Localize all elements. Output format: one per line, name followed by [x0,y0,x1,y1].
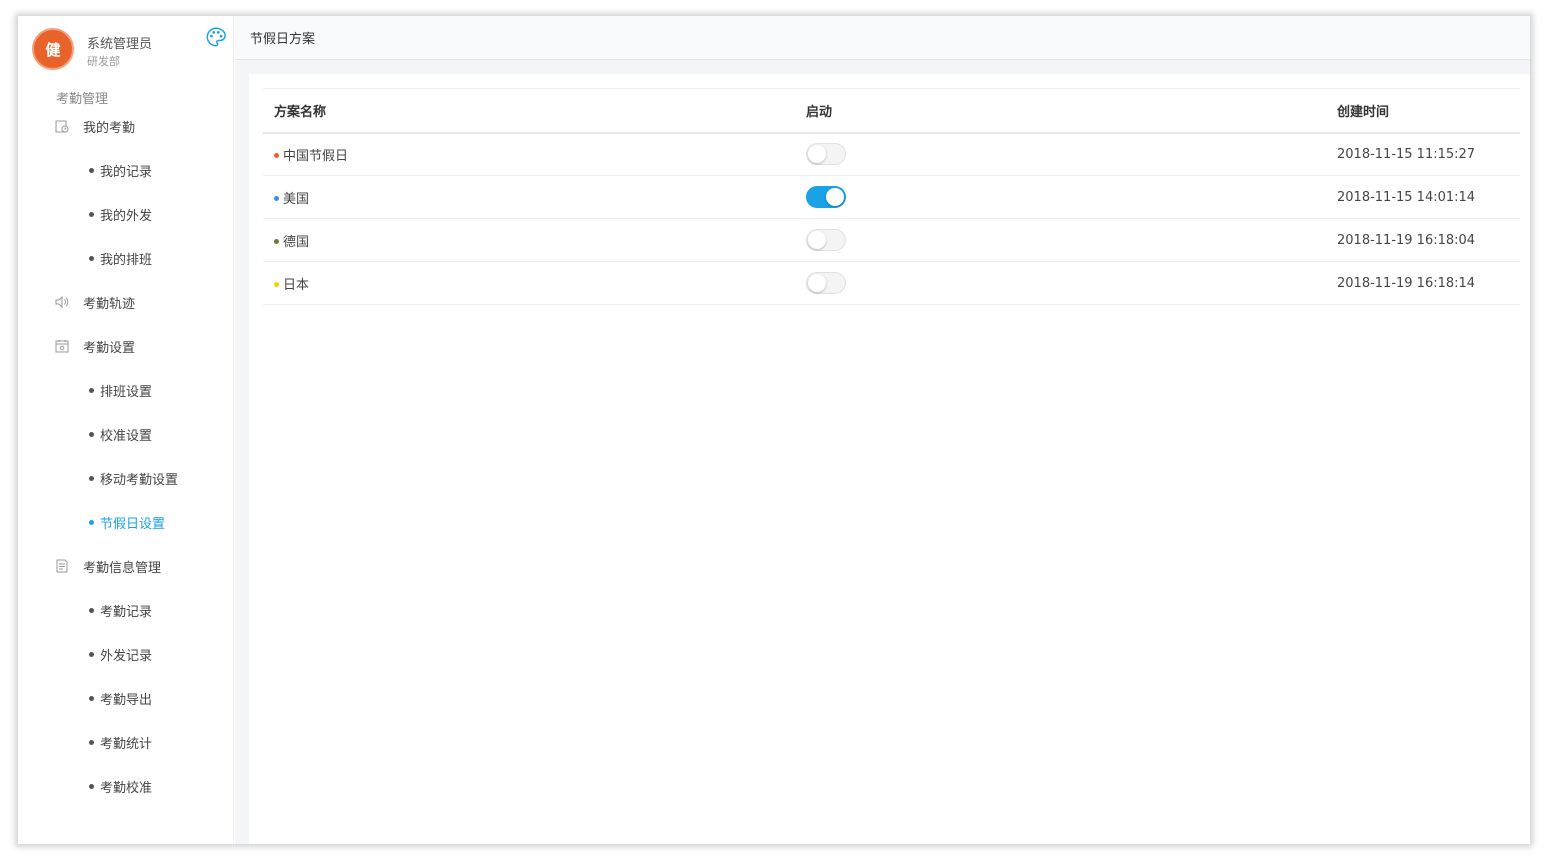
palette-icon[interactable] [205,26,227,48]
column-header-created[interactable]: 创建时间 [1326,88,1520,134]
sidebar-group-label: 考勤信息管理 [83,561,162,576]
bullet-dot [89,168,94,173]
color-dot [274,152,279,158]
table-row[interactable]: 中国节假日 2018-11-15 11:15:27 [263,132,1520,176]
cell-created: 2018-11-19 16:18:14 [1326,261,1520,305]
sidebar-group-attendance-settings[interactable]: 考勤设置 [18,324,234,368]
bullet-dot [89,696,94,701]
cell-created: 2018-11-19 16:18:04 [1326,218,1520,262]
cell-created: 2018-11-15 11:15:27 [1326,132,1520,176]
table-row[interactable]: 德国 2018-11-19 16:18:04 [263,218,1520,262]
enable-toggle[interactable] [806,272,846,294]
cell-enabled [795,175,1326,219]
sidebar-item-my-records[interactable]: 我的记录 [18,148,234,192]
toggle-knob [808,231,826,249]
plan-name: 美国 [283,191,310,207]
sidebar-item-label: 校准设置 [100,429,153,444]
cell-enabled [795,132,1326,176]
sidebar-item-label: 考勤记录 [100,605,153,620]
sidebar-item-label: 考勤导出 [100,693,153,708]
user-profile[interactable]: 健 系统管理员 研发部 [32,28,232,84]
color-dot [274,281,279,287]
sidebar-menu: 我的考勤 我的记录 我的外发 我的排班 考勤轨迹 考勤设置 排班设置 校准设置 … [18,104,234,808]
sidebar-item-label: 考勤校准 [100,781,153,796]
plan-name: 中国节假日 [283,148,349,164]
bullet-dot [89,652,94,657]
bullet-dot [89,520,94,525]
sidebar-item-my-schedule[interactable]: 我的排班 [18,236,234,280]
sidebar-item-attendance-statistics[interactable]: 考勤统计 [18,720,234,764]
cell-name: 美国 [263,175,795,219]
sidebar-group-my-attendance[interactable]: 我的考勤 [18,104,234,148]
sidebar-item-calibration-settings[interactable]: 校准设置 [18,412,234,456]
bullet-dot [89,740,94,745]
toggle-knob [808,274,826,292]
speaker-icon [55,295,69,309]
holiday-plan-table: 方案名称 启动 创建时间 中国节假日 2018-11-15 11:15:27 美… [263,88,1520,305]
table-row[interactable]: 美国 2018-11-15 14:01:14 [263,175,1520,219]
sidebar-item-label: 我的外发 [100,209,153,224]
bullet-dot [89,256,94,261]
column-header-name[interactable]: 方案名称 [263,88,795,134]
sidebar-item-attendance-calibration[interactable]: 考勤校准 [18,764,234,808]
sidebar-group-attendance-info[interactable]: 考勤信息管理 [18,544,234,588]
sidebar-item-label: 我的排班 [100,253,153,268]
bullet-dot [89,476,94,481]
clock-icon [55,120,69,133]
sidebar-item-label: 外发记录 [100,649,153,664]
sidebar-item-label: 移动考勤设置 [100,473,179,488]
cell-name: 德国 [263,218,795,262]
app-window: 健 系统管理员 研发部 考勤管理 我的考勤 我的记录 我的外发 我的排班 考勤轨… [18,16,1530,844]
bullet-dot [89,212,94,217]
document-icon [56,559,68,573]
toggle-knob [826,188,844,206]
enable-toggle[interactable] [806,229,846,251]
bullet-dot [89,784,94,789]
user-name: 系统管理员 [87,37,153,52]
table-row[interactable]: 日本 2018-11-19 16:18:14 [263,261,1520,305]
cell-enabled [795,218,1326,262]
color-dot [274,195,279,201]
table-header-row: 方案名称 启动 创建时间 [263,88,1520,134]
sidebar-group-attendance-track[interactable]: 考勤轨迹 [18,280,234,324]
content-panel: 方案名称 启动 创建时间 中国节假日 2018-11-15 11:15:27 美… [249,74,1530,844]
sidebar: 健 系统管理员 研发部 考勤管理 我的考勤 我的记录 我的外发 我的排班 考勤轨… [18,16,234,844]
sidebar-item-label: 节假日设置 [100,517,166,532]
sidebar-group-label: 考勤轨迹 [83,297,136,312]
cell-name: 日本 [263,261,795,305]
sidebar-item-label: 考勤统计 [100,737,153,752]
sidebar-item-label: 我的记录 [100,165,153,180]
plan-name: 德国 [283,234,310,250]
sidebar-item-my-outgoing[interactable]: 我的外发 [18,192,234,236]
toggle-knob [808,145,826,164]
enable-toggle[interactable] [806,143,846,166]
sidebar-group-label: 我的考勤 [83,121,136,136]
calendar-icon [55,340,69,353]
bullet-dot [89,432,94,437]
sidebar-item-attendance-export[interactable]: 考勤导出 [18,676,234,720]
bullet-dot [89,608,94,613]
tab-holiday-plan[interactable]: 节假日方案 [250,28,315,47]
column-header-enabled[interactable]: 启动 [795,88,1326,134]
sidebar-item-outgoing-records[interactable]: 外发记录 [18,632,234,676]
plan-name: 日本 [283,277,310,293]
cell-name: 中国节假日 [263,132,795,176]
color-dot [274,238,279,244]
cell-enabled [795,261,1326,305]
avatar[interactable]: 健 [32,28,74,70]
main-area: 节假日方案 方案名称 启动 创建时间 中国节假日 2018-11-15 11:1… [235,16,1530,844]
cell-created: 2018-11-15 14:01:14 [1326,175,1520,219]
sidebar-item-shift-settings[interactable]: 排班设置 [18,368,234,412]
sidebar-group-label: 考勤设置 [83,341,136,356]
sidebar-item-label: 排班设置 [100,385,153,400]
enable-toggle[interactable] [806,186,846,208]
sidebar-item-holiday-settings[interactable]: 节假日设置 [18,500,234,544]
sidebar-item-attendance-records[interactable]: 考勤记录 [18,588,234,632]
bullet-dot [89,388,94,393]
tab-bar: 节假日方案 [235,16,1530,60]
user-dept: 研发部 [87,55,120,68]
sidebar-item-mobile-attendance-settings[interactable]: 移动考勤设置 [18,456,234,500]
